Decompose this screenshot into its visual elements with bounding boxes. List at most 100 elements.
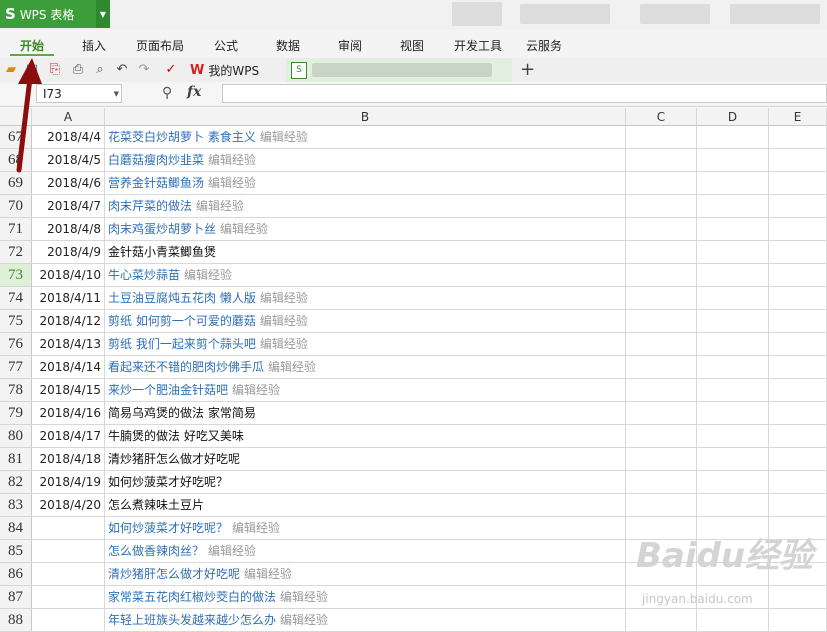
edit-experience-link[interactable]: 编辑经验 <box>260 314 308 328</box>
recipe-link[interactable]: 清炒猪肝怎么做才好吃呢 <box>108 567 240 581</box>
cell-date[interactable]: 2018/4/12 <box>32 310 105 333</box>
edit-experience-link[interactable]: 编辑经验 <box>280 590 328 604</box>
row-header[interactable]: 84 <box>0 517 32 540</box>
row-header[interactable]: 72 <box>0 241 32 264</box>
row-header[interactable]: 75 <box>0 310 32 333</box>
cell-date[interactable]: 2018/4/18 <box>32 448 105 471</box>
cell-d[interactable] <box>697 379 769 402</box>
menu-home[interactable]: 开始 <box>20 37 44 54</box>
cell-title[interactable]: 年轻上班族头发越来越少怎么办 编辑经验 <box>105 609 626 632</box>
cell-title[interactable]: 土豆油豆腐炖五花肉 懒人版 编辑经验 <box>105 287 626 310</box>
menu-formula[interactable]: 公式 <box>214 37 238 54</box>
cell-title[interactable]: 肉末芹菜的做法 编辑经验 <box>105 195 626 218</box>
cell-date[interactable]: 2018/4/17 <box>32 425 105 448</box>
row-header[interactable]: 83 <box>0 494 32 517</box>
cell-date[interactable] <box>32 563 105 586</box>
row-header[interactable]: 71 <box>0 218 32 241</box>
row-header[interactable]: 67 <box>0 126 32 149</box>
cell-e[interactable] <box>769 241 827 264</box>
cell-title[interactable]: 牛腩煲的做法 好吃又美味 <box>105 425 626 448</box>
cell-date[interactable]: 2018/4/15 <box>32 379 105 402</box>
cell-date[interactable]: 2018/4/10 <box>32 264 105 287</box>
save-icon[interactable]: ▣ <box>24 62 40 78</box>
row-header[interactable]: 85 <box>0 540 32 563</box>
tab-my-wps[interactable]: W 我的WPS <box>186 58 259 82</box>
row-header[interactable]: 86 <box>0 563 32 586</box>
edit-experience-link[interactable]: 编辑经验 <box>208 176 256 190</box>
edit-experience-link[interactable]: 编辑经验 <box>184 268 232 282</box>
row-header[interactable]: 82 <box>0 471 32 494</box>
cell-title[interactable]: 牛心菜炒蒜苗 编辑经验 <box>105 264 626 287</box>
recipe-link[interactable]: 看起来还不错的肥肉炒佛手瓜 <box>108 360 264 374</box>
recipe-link[interactable]: 年轻上班族头发越来越少怎么办 <box>108 613 276 627</box>
edit-experience-link[interactable]: 编辑经验 <box>232 383 280 397</box>
cell-e[interactable] <box>769 287 827 310</box>
cell-e[interactable] <box>769 471 827 494</box>
row-header[interactable]: 70 <box>0 195 32 218</box>
redo-icon[interactable]: ↷ <box>136 62 152 78</box>
formula-input[interactable] <box>222 84 827 103</box>
cell-d[interactable] <box>697 356 769 379</box>
recipe-link[interactable]: 肉末芹菜的做法 <box>108 199 192 213</box>
row-header[interactable]: 68 <box>0 149 32 172</box>
menu-data[interactable]: 数据 <box>276 37 300 54</box>
cell-title[interactable]: 剪纸 我们一起来剪个蒜头吧 编辑经验 <box>105 333 626 356</box>
cell-title[interactable]: 清炒猪肝怎么做才好吃呢 <box>105 448 626 471</box>
menu-insert[interactable]: 插入 <box>82 37 106 54</box>
menu-view[interactable]: 视图 <box>400 37 424 54</box>
cell-c[interactable] <box>626 333 697 356</box>
cell-c[interactable] <box>626 149 697 172</box>
column-header-b[interactable]: B <box>105 108 626 126</box>
cell-e[interactable] <box>769 448 827 471</box>
edit-experience-link[interactable]: 编辑经验 <box>260 337 308 351</box>
zoom-icon[interactable]: ⚲ <box>162 85 172 101</box>
cell-title[interactable]: 肉末鸡蛋炒胡萝卜丝 编辑经验 <box>105 218 626 241</box>
recipe-link[interactable]: 怎么做香辣肉丝？ <box>108 544 204 558</box>
cell-e[interactable] <box>769 379 827 402</box>
cell-c[interactable] <box>626 448 697 471</box>
cell-date[interactable] <box>32 517 105 540</box>
cell-c[interactable] <box>626 379 697 402</box>
edit-experience-link[interactable]: 编辑经验 <box>244 567 292 581</box>
cell-c[interactable] <box>626 218 697 241</box>
cell-e[interactable] <box>769 494 827 517</box>
cell-e[interactable] <box>769 126 827 149</box>
cell-c[interactable] <box>626 310 697 333</box>
cell-c[interactable] <box>626 264 697 287</box>
cell-title[interactable]: 花菜茭白炒胡萝卜 素食主义 编辑经验 <box>105 126 626 149</box>
column-header-c[interactable]: C <box>626 108 697 126</box>
cell-title[interactable]: 如何炒菠菜才好吃呢？ 编辑经验 <box>105 517 626 540</box>
row-header[interactable]: 76 <box>0 333 32 356</box>
undo-icon[interactable]: ↶ <box>114 62 130 78</box>
cell-d[interactable] <box>697 264 769 287</box>
cell-e[interactable] <box>769 218 827 241</box>
cell-date[interactable]: 2018/4/20 <box>32 494 105 517</box>
edit-experience-link[interactable]: 编辑经验 <box>220 222 268 236</box>
cell-d[interactable] <box>697 149 769 172</box>
edit-experience-link[interactable]: 编辑经验 <box>208 153 256 167</box>
row-header[interactable]: 88 <box>0 609 32 632</box>
recipe-link[interactable]: 剪纸 如何剪一个可爱的蘑菇 <box>108 314 256 328</box>
menu-developer[interactable]: 开发工具 <box>454 37 502 54</box>
name-box[interactable]: I73 ▼ <box>36 84 122 103</box>
app-menu-button[interactable]: S WPS 表格 ▼ <box>0 0 110 28</box>
cell-title[interactable]: 清炒猪肝怎么做才好吃呢 编辑经验 <box>105 563 626 586</box>
row-header[interactable]: 77 <box>0 356 32 379</box>
cell-c[interactable] <box>626 402 697 425</box>
cell-c[interactable] <box>626 494 697 517</box>
cell-title[interactable]: 家常菜五花肉红椒炒茭白的做法 编辑经验 <box>105 586 626 609</box>
cell-d[interactable] <box>697 195 769 218</box>
edit-experience-link[interactable]: 编辑经验 <box>280 613 328 627</box>
recipe-link[interactable]: 营养金针菇鲫鱼汤 <box>108 176 204 190</box>
cell-c[interactable] <box>626 241 697 264</box>
cell-d[interactable] <box>697 172 769 195</box>
row-header[interactable]: 69 <box>0 172 32 195</box>
cell-date[interactable]: 2018/4/9 <box>32 241 105 264</box>
cell-title[interactable]: 看起来还不错的肥肉炒佛手瓜 编辑经验 <box>105 356 626 379</box>
cell-title[interactable]: 简易乌鸡煲的做法 家常简易 <box>105 402 626 425</box>
recipe-link[interactable]: 牛心菜炒蒜苗 <box>108 268 180 282</box>
edit-experience-link[interactable]: 编辑经验 <box>196 199 244 213</box>
cell-e[interactable] <box>769 425 827 448</box>
row-header[interactable]: 73 <box>0 264 32 287</box>
row-header[interactable]: 80 <box>0 425 32 448</box>
